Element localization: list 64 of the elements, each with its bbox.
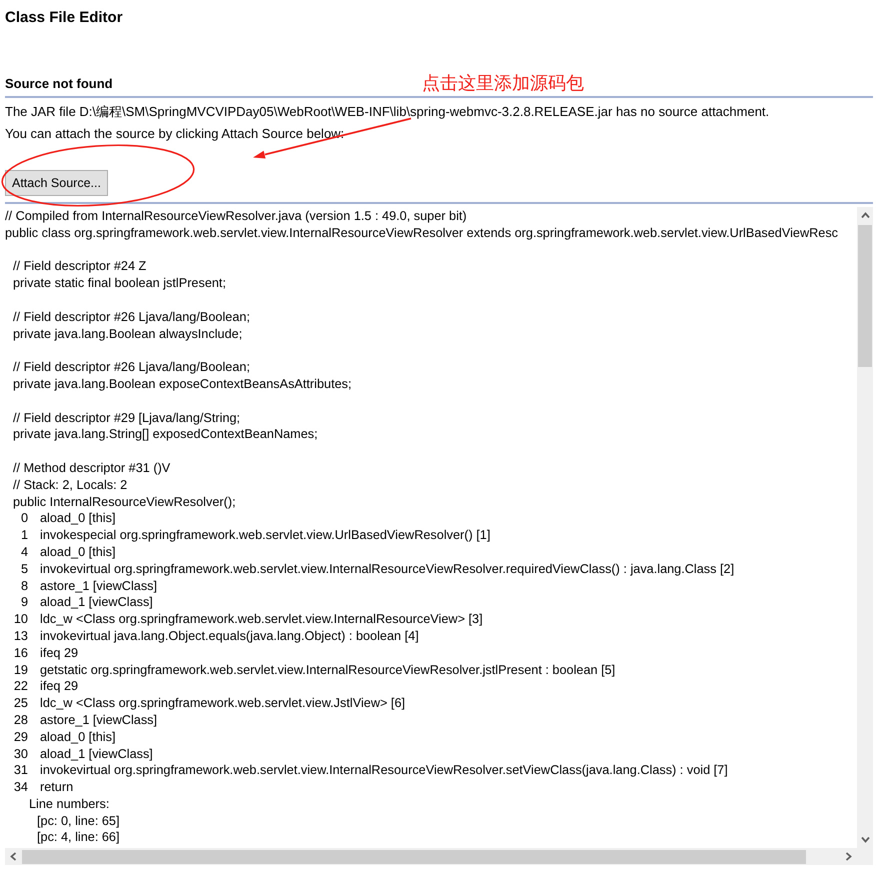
editor-title: Class File Editor	[5, 8, 123, 27]
code-line: private java.lang.Boolean alwaysInclude;	[13, 326, 242, 342]
code-line: ldc_w <Class org.springframework.web.servlet.view.InternalResourceView> [3]	[40, 611, 483, 628]
instruction-offset: 25	[13, 695, 28, 712]
message-text: You can attach the source by clicking Attach Source below:	[5, 125, 344, 143]
chevron-up-icon[interactable]	[860, 211, 870, 220]
chevron-left-icon[interactable]	[9, 852, 18, 861]
code-line: invokevirtual org.springframework.web.servlet.view.InternalResourceViewResolver.setViewClass(java.lang.Class) : void [7]	[40, 762, 728, 780]
instruction-offset: 30	[13, 746, 28, 762]
scrollbar-thumb[interactable]	[858, 225, 872, 367]
code-line: aload_0 [this]	[40, 544, 116, 561]
code-line: // Field descriptor #29 [Ljava/lang/String;	[13, 410, 240, 426]
message-text: The JAR file D:\编程\SM\SpringMVCVIPDay05\WebRoot\WEB-INF\lib\spring-webmvc-3.2.8.RELEASE.jar has no source attachment.	[5, 103, 770, 121]
instruction-offset: 8	[20, 578, 28, 594]
instruction-offset: 34	[13, 779, 28, 796]
code-line: ifeq 29	[40, 678, 78, 696]
code-line: ifeq 29	[40, 644, 78, 662]
instruction-offset: 28	[13, 712, 28, 729]
vertical-scrollbar[interactable]	[857, 207, 873, 848]
code-line: // Method descriptor #31 ()V	[13, 460, 170, 477]
instruction-offset: 4	[20, 544, 28, 561]
code-line: ldc_w <Class org.springframework.web.servlet.view.JstlView> [6]	[40, 695, 406, 712]
annotation-text: 点击这里添加源码包	[422, 73, 584, 95]
code-line: // Field descriptor #26 Ljava/lang/Boolean;	[13, 308, 250, 326]
code-line: [pc: 0, line: 65]	[37, 812, 120, 830]
code-line: astore_1 [viewClass]	[40, 712, 158, 729]
instruction-offset: 16	[13, 644, 28, 662]
code-line: public class org.springframework.web.servlet.view.InternalResourceViewResolver extends org.springframework.web.servlet.view.UrlBasedViewResc	[5, 224, 838, 242]
code-line: aload_0 [this]	[40, 728, 116, 746]
instruction-offset: 10	[13, 611, 28, 628]
code-line: aload_1 [viewClass]	[40, 594, 153, 612]
code-line: public InternalResourceViewResolver();	[13, 494, 236, 510]
instruction-offset: 9	[20, 594, 28, 612]
code-line: // Field descriptor #26 Ljava/lang/Boolean;	[13, 359, 250, 376]
instruction-offset: 0	[20, 510, 28, 528]
code-line: // Compiled from InternalResourceViewResolver.java (version 1.5 : 49.0, super bit)	[5, 208, 467, 225]
code-line: [pc: 4, line: 66]	[37, 829, 120, 846]
code-line: aload_0 [this]	[40, 510, 116, 528]
chevron-down-icon[interactable]	[860, 835, 870, 844]
code-line: private java.lang.String[] exposedContextBeanNames;	[13, 426, 318, 444]
instruction-offset: 22	[13, 678, 28, 696]
code-line: invokevirtual org.springframework.web.servlet.view.InternalResourceViewResolver.requiredViewClass() : java.lang.Class [2]	[40, 560, 734, 578]
code-line: private java.lang.Boolean exposeContextBeansAsAttributes;	[13, 376, 352, 393]
instruction-offset: 13	[13, 628, 28, 645]
instruction-offset: 29	[13, 728, 28, 746]
code-line: invokespecial org.springframework.web.servlet.view.UrlBasedViewResolver() [1]	[40, 527, 490, 544]
section-heading: Source not found	[5, 76, 113, 92]
code-line: getstatic org.springframework.web.servlet.view.InternalResourceViewResolver.jstlPresent : boolean [5]	[40, 662, 616, 678]
code-line: private static final boolean jstlPresent;	[13, 275, 226, 292]
instruction-offset: 31	[13, 762, 28, 780]
scrollbar-thumb[interactable]	[22, 850, 806, 864]
chevron-right-icon[interactable]	[844, 852, 853, 861]
code-line: astore_1 [viewClass]	[40, 578, 158, 594]
instruction-offset: 19	[13, 662, 28, 678]
code-line: invokevirtual java.lang.Object.equals(java.lang.Object) : boolean [4]	[40, 628, 419, 645]
instruction-offset: 5	[20, 560, 28, 578]
code-line: // Field descriptor #24 Z	[13, 258, 146, 276]
horizontal-scrollbar[interactable]	[5, 848, 857, 865]
code-line: Line numbers:	[29, 796, 110, 813]
instruction-offset: 1	[20, 527, 28, 544]
code-line: return	[40, 779, 74, 796]
attach-source-button[interactable]: Attach Source...	[5, 170, 108, 196]
code-line: aload_1 [viewClass]	[40, 746, 153, 762]
code-line: // Stack: 2, Locals: 2	[13, 476, 128, 494]
